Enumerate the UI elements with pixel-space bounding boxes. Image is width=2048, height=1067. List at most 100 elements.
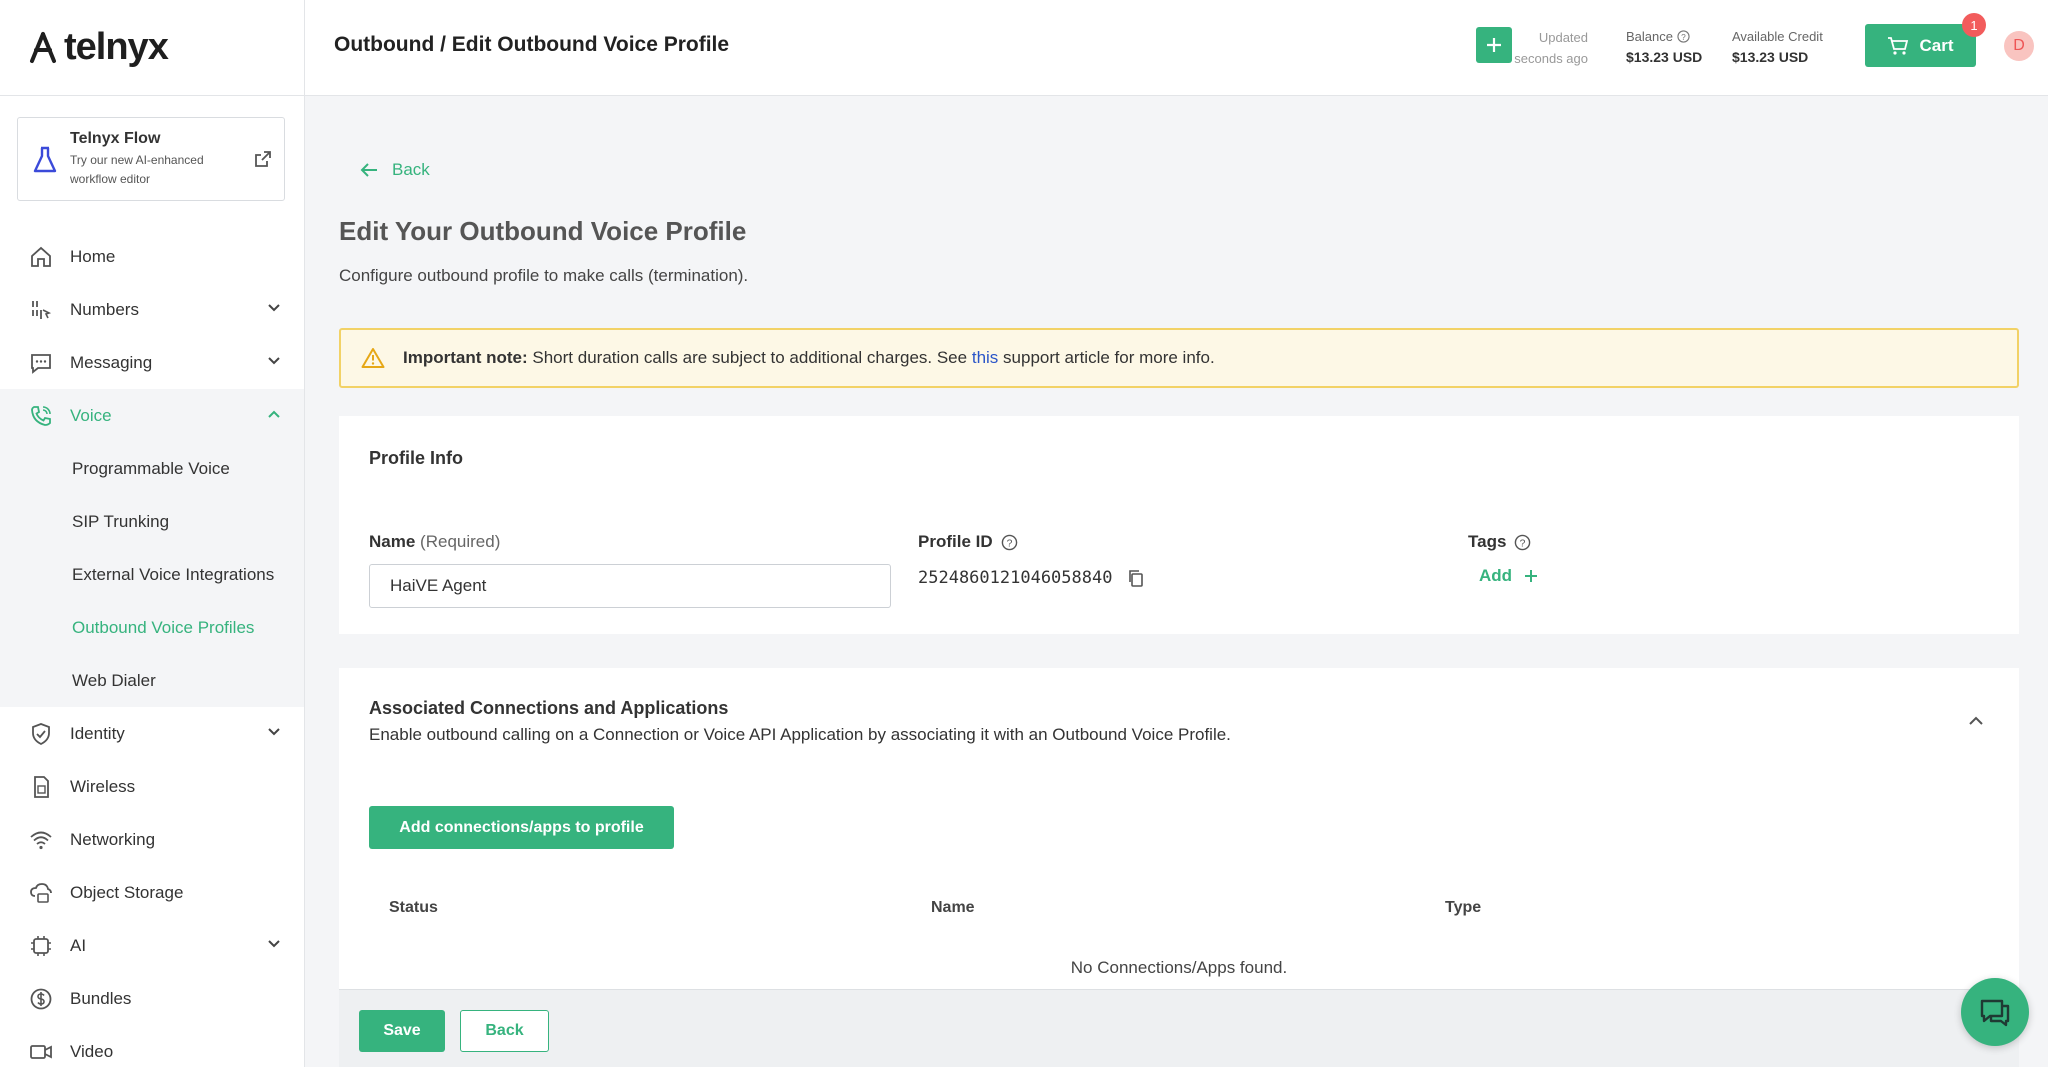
sidebar-item-numbers[interactable]: Numbers (0, 283, 304, 336)
breadcrumb: Outbound / Edit Outbound Voice Profile (334, 33, 730, 56)
storage-icon (28, 880, 54, 906)
form-footer: Save Back (339, 989, 2019, 1067)
warning-text-before: Short duration calls are subject to addi… (532, 348, 968, 367)
sidebar-item-label: Networking (70, 829, 156, 849)
name-label: Name (Required) (369, 532, 500, 552)
sidebar-item-label: Home (70, 246, 116, 266)
chat-icon (1980, 999, 2010, 1027)
cart-icon (1888, 36, 1909, 55)
main-content: Back Edit Your Outbound Voice Profile Co… (305, 96, 2048, 1067)
name-required: (Required) (420, 532, 501, 551)
external-link-icon[interactable] (254, 150, 272, 168)
cart-count-badge: 1 (1962, 13, 1986, 37)
add-tag-label: Add (1479, 566, 1513, 585)
sidebar-item-label: Identity (70, 723, 125, 743)
cart-button[interactable]: Cart (1865, 24, 1976, 67)
cart-label: Cart (1919, 35, 1954, 55)
sidebar: telnyx Telnyx Flow Try our new AI-enhanc… (0, 0, 305, 1067)
chevron-down-icon (268, 728, 280, 736)
numbers-icon (28, 297, 54, 323)
name-field[interactable] (369, 564, 891, 608)
sidebar-subitem-programmable-voice[interactable]: Programmable Voice (0, 442, 304, 495)
copy-icon[interactable] (1128, 569, 1144, 587)
sidebar-item-label: AI (70, 935, 87, 955)
back-link[interactable]: Back (360, 160, 430, 180)
sidebar-item-ai[interactable]: AI (0, 919, 304, 972)
tags-label-text: Tags (1468, 532, 1507, 551)
chevron-up-icon (268, 410, 280, 418)
home-icon (28, 244, 54, 270)
sidebar-item-label: Numbers (70, 299, 139, 319)
sidebar-nav: Home Numbers Messaging Voice Programmabl… (0, 230, 304, 1067)
networking-icon (28, 827, 54, 853)
help-icon[interactable]: ? (1001, 534, 1018, 551)
telnyx-logo[interactable]: telnyx (0, 0, 304, 96)
sidebar-item-label: Bundles (70, 988, 132, 1008)
page-title: Edit Your Outbound Voice Profile (339, 216, 747, 246)
balance-value: $13.23 USD (1626, 49, 1703, 65)
credit-value: $13.23 USD (1732, 49, 1809, 65)
sidebar-item-video[interactable]: Video (0, 1025, 304, 1067)
sidebar-item-object-storage[interactable]: Object Storage (0, 866, 304, 919)
help-icon[interactable]: ? (1514, 534, 1531, 551)
flow-card-subtitle: Try our new AI-enhanced workflow editor (70, 153, 204, 186)
sidebar-item-bundles[interactable]: Bundles (0, 972, 304, 1025)
sidebar-item-home[interactable]: Home (0, 230, 304, 283)
warning-text: Important note: Short duration calls are… (403, 348, 1215, 368)
warning-icon (361, 348, 385, 368)
profile-id-label: Profile ID ? (918, 532, 1018, 552)
logo-text: telnyx (64, 26, 169, 68)
empty-state: No Connections/Apps found. (1070, 958, 1288, 977)
avatar[interactable]: D (2004, 31, 2034, 61)
sidebar-item-voice[interactable]: Voice (0, 389, 304, 442)
sidebar-item-messaging[interactable]: Messaging (0, 336, 304, 389)
tags-label: Tags ? (1468, 532, 1531, 552)
column-header-type[interactable]: Type (1445, 899, 1481, 917)
voice-subnav: Programmable Voice SIP Trunking External… (0, 442, 304, 707)
sidebar-subitem-web-dialer[interactable]: Web Dialer (0, 654, 304, 707)
warning-banner: Important note: Short duration calls are… (339, 328, 2019, 388)
sidebar-item-label: Wireless (70, 776, 136, 796)
name-label-text: Name (369, 532, 416, 551)
add-connections-button[interactable]: Add connections/apps to profile (369, 806, 674, 849)
chevron-down-icon (268, 940, 280, 948)
associated-title: Associated Connections and Applications (369, 698, 729, 718)
add-tag-button[interactable]: Add (1479, 566, 1538, 586)
save-button[interactable]: Save (359, 1010, 445, 1052)
sidebar-subitem-external-voice-integrations[interactable]: External Voice Integrations (0, 548, 304, 601)
telnyx-logo-icon (30, 31, 56, 63)
flask-icon (33, 146, 57, 173)
sidebar-item-networking[interactable]: Networking (0, 813, 304, 866)
identity-icon (28, 721, 54, 747)
support-article-link[interactable]: this (972, 348, 998, 367)
plus-icon (1487, 38, 1501, 52)
help-icon[interactable]: ? (1676, 30, 1690, 43)
credit-label: Available Credit (1732, 29, 1823, 44)
sidebar-item-wireless[interactable]: Wireless (0, 760, 304, 813)
plus-icon (1525, 570, 1538, 582)
back-button[interactable]: Back (460, 1010, 549, 1052)
balance-metric: Balance ? $13.23 USD (1626, 26, 1702, 68)
wireless-icon (28, 774, 54, 800)
support-chat-button[interactable] (1961, 978, 2029, 1046)
telnyx-flow-card[interactable]: Telnyx Flow Try our new AI-enhanced work… (17, 117, 285, 201)
chevron-down-icon (268, 304, 280, 312)
sidebar-subitem-outbound-voice-profiles[interactable]: Outbound Voice Profiles (0, 601, 304, 654)
profile-id-value: 2524860121046058840 (918, 568, 1113, 588)
sidebar-subitem-sip-trunking[interactable]: SIP Trunking (0, 495, 304, 548)
chevron-up-icon[interactable] (1967, 712, 1985, 730)
messaging-icon (28, 350, 54, 376)
chevron-down-icon (268, 357, 280, 365)
column-header-status[interactable]: Status (389, 899, 438, 917)
sidebar-item-identity[interactable]: Identity (0, 707, 304, 760)
warning-text-after: support article for more info. (1003, 348, 1215, 367)
svg-text:?: ? (1006, 538, 1012, 549)
column-header-name[interactable]: Name (931, 899, 975, 917)
voice-icon (28, 403, 54, 429)
video-icon (28, 1039, 54, 1065)
warning-bold: Important note: (403, 348, 528, 367)
associated-subtitle: Enable outbound calling on a Connection … (369, 725, 1231, 744)
back-link-label: Back (392, 160, 430, 179)
add-funds-button[interactable] (1476, 27, 1512, 63)
available-credit-metric: Available Credit $13.23 USD (1732, 26, 1823, 68)
